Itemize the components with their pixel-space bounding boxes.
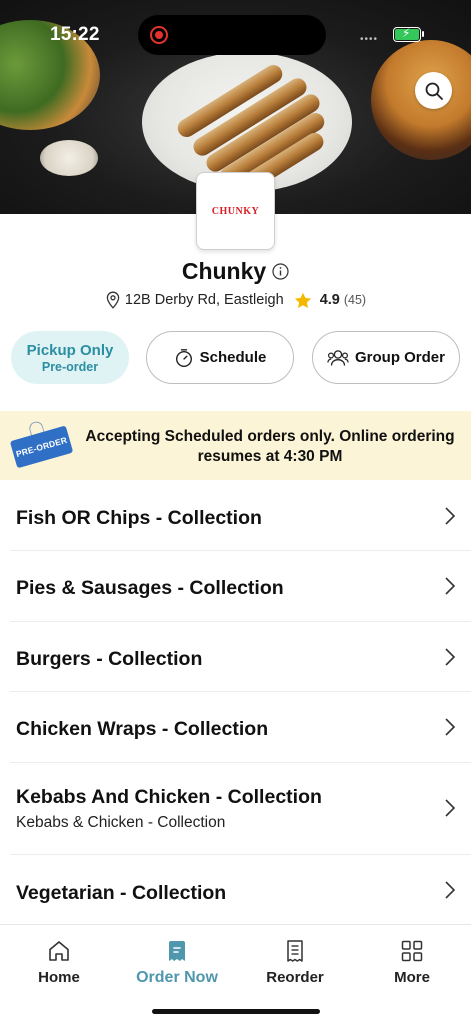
location-pin-icon xyxy=(106,291,120,309)
menu-category-row[interactable]: Kebabs And Chicken - Collection Kebabs &… xyxy=(0,763,471,854)
nav-order-now-label: Order Now xyxy=(136,969,218,986)
menu-category-row[interactable]: Burgers - Collection xyxy=(0,622,471,691)
nav-home-label: Home xyxy=(38,969,80,986)
chevron-right-icon xyxy=(445,718,456,736)
home-indicator xyxy=(152,1009,320,1014)
nav-reorder[interactable]: Reorder xyxy=(236,939,354,986)
menu-category-row[interactable]: Chicken Wraps - Collection xyxy=(0,692,471,762)
store-logo: CHUNKY xyxy=(196,172,275,250)
chevron-right-icon xyxy=(445,648,456,666)
nav-home[interactable]: Home xyxy=(0,939,118,986)
menu-category-title: Chicken Wraps - Collection xyxy=(16,718,269,740)
store-logo-text: CHUNKY xyxy=(211,205,260,217)
menu-category-title: Burgers - Collection xyxy=(16,648,203,670)
star-icon xyxy=(294,292,311,308)
store-header: Chunky xyxy=(0,258,471,285)
menu-category-row[interactable]: Fish OR Chips - Collection xyxy=(0,480,471,550)
receipt-icon xyxy=(287,940,303,962)
address-row: 12B Derby Rd, Eastleigh 4.9 (45) xyxy=(0,291,471,309)
search-icon xyxy=(425,82,443,100)
nav-more-label: More xyxy=(394,969,430,986)
signal-icon: •••• xyxy=(360,34,379,45)
pickup-sublabel: Pre-order xyxy=(41,359,99,374)
menu-category-title: Vegetarian - Collection xyxy=(16,882,227,904)
order-now-icon xyxy=(169,941,185,961)
menu-category-title: Kebabs And Chicken - Collection xyxy=(16,786,322,808)
nav-order-now[interactable]: Order Now xyxy=(118,939,236,987)
group-order-button[interactable]: Group Order xyxy=(312,331,460,384)
battery-icon: ⚡ xyxy=(393,26,424,42)
menu-category-title: Pies & Sausages - Collection xyxy=(16,577,284,599)
store-rating: 4.9 xyxy=(319,292,340,308)
chevron-right-icon xyxy=(445,507,456,525)
store-address: 12B Derby Rd, Eastleigh xyxy=(124,292,284,308)
pickup-only-button[interactable]: Pickup Only Pre-order xyxy=(11,331,129,384)
search-button[interactable] xyxy=(415,72,452,109)
chevron-right-icon xyxy=(445,881,456,899)
nav-more[interactable]: More xyxy=(353,939,471,986)
rating-count: (45) xyxy=(343,293,367,307)
schedule-label: Schedule xyxy=(199,349,267,366)
menu-category-title: Fish OR Chips - Collection xyxy=(16,507,262,529)
chevron-right-icon xyxy=(445,799,456,817)
menu-category-row[interactable]: Pies & Sausages - Collection xyxy=(0,551,471,621)
home-icon xyxy=(49,941,69,961)
group-users-icon xyxy=(327,349,349,366)
hero-dip xyxy=(40,140,98,176)
store-name: Chunky xyxy=(181,258,267,284)
menu-category-subtitle: Kebabs & Chicken - Collection xyxy=(16,814,226,831)
dynamic-island xyxy=(138,15,326,55)
nav-reorder-label: Reorder xyxy=(266,969,324,986)
pickup-label: Pickup Only xyxy=(26,341,114,359)
menu-category-row[interactable]: Vegetarian - Collection xyxy=(0,855,471,924)
banner-message: Accepting Scheduled orders only. Online … xyxy=(85,428,455,465)
info-icon[interactable] xyxy=(272,263,289,280)
status-time: 15:22 xyxy=(50,24,100,45)
timer-icon xyxy=(175,348,192,367)
recording-icon xyxy=(150,26,168,44)
grid-icon xyxy=(401,940,423,962)
group-order-label: Group Order xyxy=(354,349,445,366)
chevron-right-icon xyxy=(445,577,456,595)
schedule-button[interactable]: Schedule xyxy=(146,331,294,384)
